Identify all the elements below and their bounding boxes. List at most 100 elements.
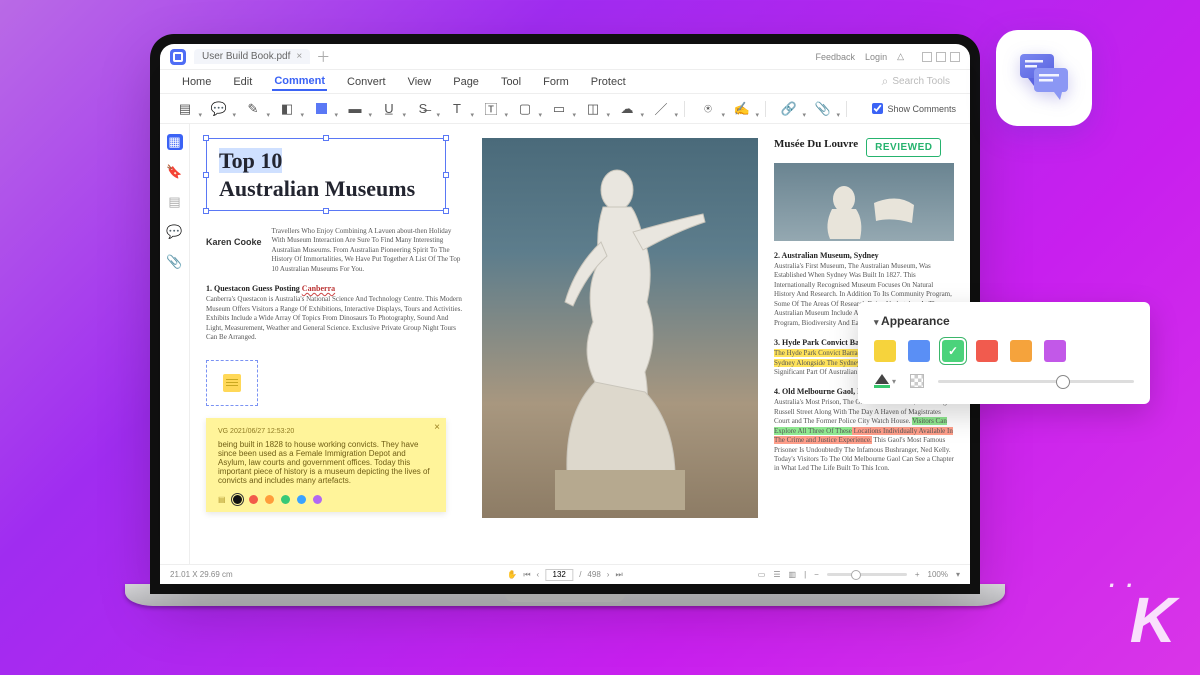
menu-view[interactable]: View xyxy=(406,74,434,90)
window-controls xyxy=(922,52,960,62)
sticky-note[interactable]: × VG 2021/06/27 12:53:20 being built in … xyxy=(206,418,446,512)
laptop-base xyxy=(125,584,1005,606)
note-drop-target[interactable] xyxy=(206,360,258,406)
reviewed-stamp: REVIEWED xyxy=(866,138,941,157)
menu-protect[interactable]: Protect xyxy=(589,74,628,90)
sidebar-comments-icon[interactable]: 💬 xyxy=(167,224,183,240)
pencil-tool[interactable]: ✎ xyxy=(242,99,264,119)
work-area: ▦ 🔖 ▤ 💬 📎 Top 10 Australian Museums xyxy=(160,124,970,564)
close-button[interactable] xyxy=(950,52,960,62)
comment-toolbar: ▤ 💬 ✎ ◧ ▬ U̲ S̶ T 🅃 ▢ ▭ ◫ ☁ ／ ⍟ ✍ 🔗 📎 Show Comments xyxy=(160,94,970,124)
sticky-color-1[interactable] xyxy=(249,495,258,504)
maximize-button[interactable] xyxy=(936,52,946,62)
zoom-out-button[interactable]: − xyxy=(814,570,819,579)
menu-page[interactable]: Page xyxy=(451,74,481,90)
swatch-2[interactable] xyxy=(942,340,964,362)
shape-tool[interactable] xyxy=(310,99,332,119)
underline-tool[interactable]: U̲ xyxy=(378,99,400,119)
swatch-3[interactable] xyxy=(976,340,998,362)
page-navigator: ✋ ⏮ ‹ / 498 › ⏭ xyxy=(507,569,622,581)
cloud-tool[interactable]: ☁ xyxy=(616,99,638,119)
text-tool[interactable]: T xyxy=(446,99,468,119)
title-textbox[interactable]: Top 10 Australian Museums xyxy=(206,138,446,211)
swatch-0[interactable] xyxy=(874,340,896,362)
close-tab-icon[interactable]: × xyxy=(296,51,302,62)
menu-edit[interactable]: Edit xyxy=(231,74,254,90)
sidebar-bookmark-icon[interactable]: 🔖 xyxy=(167,164,183,180)
line-tool[interactable]: ／ xyxy=(650,99,672,119)
callout-tool[interactable]: ◫ xyxy=(582,99,604,119)
comment-tool[interactable]: 💬 xyxy=(208,99,230,119)
next-page-button[interactable]: › xyxy=(607,570,610,579)
section-1-body: Canberra's Questacon is Australia's Nati… xyxy=(206,295,466,342)
chat-app-icon xyxy=(996,30,1092,126)
first-page-button[interactable]: ⏮ xyxy=(523,570,530,580)
sticky-drag-icon[interactable]: ▤ xyxy=(218,495,226,504)
highlighter-tool[interactable]: ▬ xyxy=(344,99,366,119)
sticky-color-0[interactable] xyxy=(233,495,242,504)
sticky-note-icon xyxy=(223,374,241,392)
note-tool[interactable]: ▤ xyxy=(174,99,196,119)
zoom-slider[interactable] xyxy=(827,573,907,576)
color-swatch-row xyxy=(874,340,1134,362)
prev-page-button[interactable]: ‹ xyxy=(537,570,540,579)
app-window: User Build Book.pdf × ＋ Feedback Login △… xyxy=(160,44,970,584)
swatch-4[interactable] xyxy=(1010,340,1032,362)
view-continuous-icon[interactable]: ☰ xyxy=(773,570,780,579)
notification-icon[interactable]: △ xyxy=(897,51,904,62)
hero-image xyxy=(482,138,758,518)
login-link[interactable]: Login xyxy=(865,52,887,62)
stamp-tool[interactable]: ⍟ xyxy=(697,99,719,119)
last-page-button[interactable]: ⏭ xyxy=(615,570,622,580)
sidebar-layers-icon[interactable]: ▤ xyxy=(167,194,183,210)
sidebar-attachments-icon[interactable]: 📎 xyxy=(167,254,183,270)
sticky-color-3[interactable] xyxy=(281,495,290,504)
opacity-slider[interactable] xyxy=(938,380,1134,383)
rect-tool[interactable]: ▭ xyxy=(548,99,570,119)
sidebar-thumbnails-icon[interactable]: ▦ xyxy=(167,134,183,150)
show-comments-checkbox[interactable] xyxy=(872,103,883,114)
swatch-5[interactable] xyxy=(1044,340,1066,362)
opacity-icon xyxy=(910,374,924,388)
page-input[interactable] xyxy=(545,569,573,581)
fill-color-picker[interactable]: ▾ xyxy=(874,374,896,388)
appearance-panel[interactable]: Appearance ▾ xyxy=(858,302,1150,404)
search-tools[interactable]: Search Tools xyxy=(882,74,950,89)
page-col-mid xyxy=(482,138,758,558)
right-heading-1: Musée Du Louvre xyxy=(774,138,858,151)
document-tab[interactable]: User Build Book.pdf × xyxy=(194,49,310,64)
new-tab-button[interactable]: ＋ xyxy=(316,47,330,67)
link-tool[interactable]: 🔗 xyxy=(778,99,800,119)
textbox-tool[interactable]: 🅃 xyxy=(480,99,502,119)
section-1-heading: 1. Questacon Guess Posting Canberra xyxy=(206,284,466,293)
menu-tool[interactable]: Tool xyxy=(499,74,523,90)
minimize-button[interactable] xyxy=(922,52,932,62)
view-facing-icon[interactable]: ▥ xyxy=(789,570,797,579)
sticky-color-2[interactable] xyxy=(265,495,274,504)
sticky-close-icon[interactable]: × xyxy=(434,422,440,433)
view-single-icon[interactable]: ▭ xyxy=(758,570,766,579)
feedback-link[interactable]: Feedback xyxy=(816,52,856,62)
strike-tool[interactable]: S̶ xyxy=(412,99,434,119)
area-tool[interactable]: ▢ xyxy=(514,99,536,119)
sticky-color-5[interactable] xyxy=(313,495,322,504)
menu-home[interactable]: Home xyxy=(180,74,213,90)
signature-tool[interactable]: ✍ xyxy=(731,99,753,119)
swatch-1[interactable] xyxy=(908,340,930,362)
sticky-color-row: ▤ xyxy=(218,495,434,504)
menu-convert[interactable]: Convert xyxy=(345,74,388,90)
sticky-body: being built in 1828 to house working con… xyxy=(218,440,434,485)
hand-tool-icon[interactable]: ✋ xyxy=(507,570,517,579)
zoom-in-button[interactable]: + xyxy=(915,570,920,579)
right-image-1 xyxy=(774,163,954,241)
page-dimensions: 21.01 X 29.69 cm xyxy=(170,570,233,579)
eraser-tool[interactable]: ◧ xyxy=(276,99,298,119)
watermark-logo: K xyxy=(1130,583,1172,657)
statue-illustration xyxy=(525,152,715,512)
menu-form[interactable]: Form xyxy=(541,74,571,90)
show-comments-toggle[interactable]: Show Comments xyxy=(872,103,956,114)
attach-tool[interactable]: 📎 xyxy=(812,99,834,119)
author-name: Karen Cooke xyxy=(206,237,262,274)
sticky-color-4[interactable] xyxy=(297,495,306,504)
menu-comment[interactable]: Comment xyxy=(272,73,327,91)
